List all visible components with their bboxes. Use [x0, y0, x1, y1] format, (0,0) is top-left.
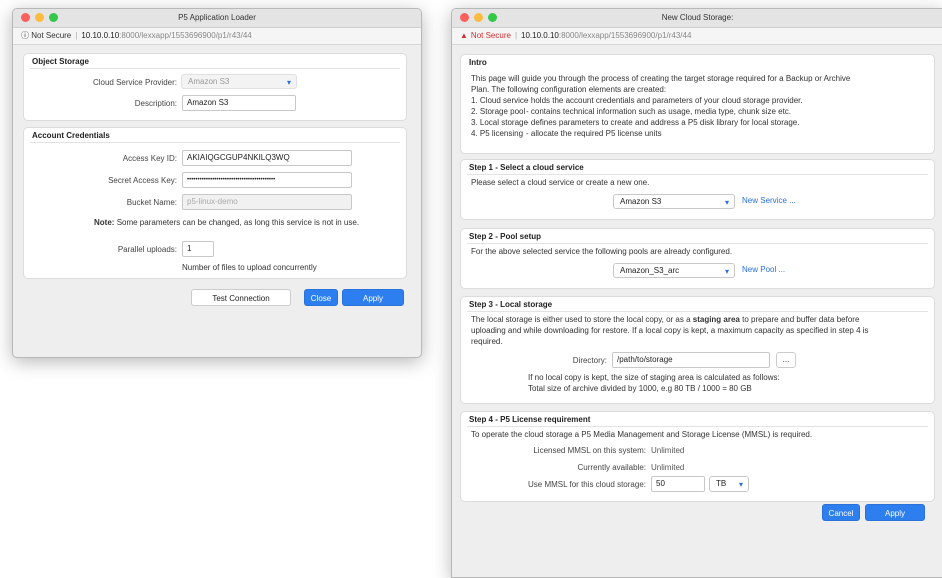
provider-select-value: Amazon S3: [188, 77, 230, 86]
cloud-service-select[interactable]: Amazon S3 ▾: [613, 194, 735, 209]
parallel-uploads-label: Parallel uploads:: [117, 245, 177, 254]
url-host: 10.10.0.10: [521, 31, 559, 40]
available-value: Unlimited: [651, 463, 685, 472]
panel-title: Step 3 - Local storage: [469, 300, 553, 309]
window-controls: [460, 13, 497, 22]
panel-title: Step 4 - P5 License requirement: [469, 415, 591, 424]
maximize-window-icon[interactable]: [49, 13, 58, 22]
maximize-window-icon[interactable]: [488, 13, 497, 22]
close-window-icon[interactable]: [460, 13, 469, 22]
chevron-down-icon: ▾: [724, 267, 729, 276]
access-key-field[interactable]: AKIAIQGCGUP4NKILQ3WQ: [182, 150, 352, 166]
step3-panel: Step 3 - Local storage The local storage…: [460, 296, 935, 404]
address-bar[interactable]: ▲ Not Secure | 10.10.0.10:8000/lexxapp/1553…: [452, 28, 942, 45]
window-controls: [21, 13, 58, 22]
use-mmsl-label: Use MMSL for this cloud storage:: [528, 480, 646, 489]
intro-panel: Intro This page will guide you through t…: [460, 54, 935, 154]
intro-item: 2. Storage pool- contains technical info…: [471, 107, 792, 116]
apply-button[interactable]: Apply: [342, 289, 404, 306]
panel-title: Step 2 - Pool setup: [469, 232, 542, 241]
security-status: Not Secure: [470, 31, 511, 40]
step2-text: For the above selected service the follo…: [471, 247, 733, 256]
window-title: New Cloud Storage:: [661, 13, 734, 22]
chevron-down-icon: ▾: [724, 198, 729, 207]
note-body: Some parameters can be changed, as long …: [116, 218, 360, 227]
secret-key-label: Secret Access Key:: [108, 176, 177, 185]
intro-item: 4. P5 licensing - allocate the required P…: [471, 129, 662, 138]
parallel-uploads-hint: Number of files to upload concurrently: [182, 263, 317, 272]
account-credentials-panel: Account Credentials Access Key ID: AKIAI…: [23, 127, 407, 279]
chevron-down-icon: ▾: [738, 480, 743, 489]
licensed-mmsl-value: Unlimited: [651, 446, 685, 455]
step3-text-3: required.: [471, 337, 503, 346]
security-status: Not Secure: [31, 31, 72, 40]
provider-select[interactable]: Amazon S3 ▾: [181, 74, 297, 89]
left-window: P5 Application Loader ⓘ Not Secure | 10.10…: [12, 8, 422, 358]
step4-text: To operate the cloud storage a P5 Media …: [471, 430, 813, 439]
panel-title: Account Credentials: [32, 131, 110, 140]
use-mmsl-field[interactable]: 50: [651, 476, 705, 492]
close-button[interactable]: Close: [304, 289, 338, 306]
url-path: :8000/lexxapp/1553696900/p1/r43/44: [558, 31, 692, 40]
intro-text-1: This page will guide you through the pro…: [471, 74, 851, 83]
chevron-down-icon: ▾: [286, 78, 291, 87]
url-host: 10.10.0.10: [81, 31, 120, 40]
url-path: :8000/lexxapp/1553696900/p1/r43/44: [119, 31, 252, 40]
pool-select-value: Amazon_S3_arc: [620, 266, 680, 275]
step3-text-2: uploading and while downloading for rest…: [471, 326, 869, 335]
right-window: New Cloud Storage: ▲ Not Secure | 10.10.0.1…: [451, 8, 942, 578]
parallel-uploads-field[interactable]: 1: [182, 241, 214, 257]
available-label: Currently available:: [577, 463, 646, 472]
panel-title: Step 1 - Select a cloud service: [469, 163, 584, 172]
new-service-link[interactable]: New Service ...: [742, 196, 796, 205]
step2-panel: Step 2 - Pool setup For the above select…: [460, 228, 935, 289]
object-storage-panel: Object Storage Cloud Service Provider: A…: [23, 53, 407, 121]
note-text: Note: Some parameters can be changed, as…: [94, 218, 359, 227]
description-label: Description:: [134, 99, 177, 108]
intro-text-2: Plan. The following configuration elemen…: [471, 85, 667, 94]
secret-key-field[interactable]: ••••••••••••••••••••••••••••••••••••••••…: [182, 172, 352, 188]
access-key-label: Access Key ID:: [122, 154, 177, 163]
directory-label: Directory:: [572, 356, 607, 365]
directory-field[interactable]: /path/to/storage: [612, 352, 770, 368]
step3-text-1: The local storage is either used to stor…: [471, 315, 860, 324]
step1-text: Please select a cloud service or create …: [471, 178, 650, 187]
step4-panel: Step 4 - P5 License requirement To opera…: [460, 411, 935, 502]
minimize-window-icon[interactable]: [35, 13, 44, 22]
intro-item: 3. Local storage- defines parameters to …: [471, 118, 800, 127]
cancel-button[interactable]: Cancel: [822, 504, 860, 521]
apply-button[interactable]: Apply: [865, 504, 925, 521]
unit-select[interactable]: TB ▾: [709, 476, 749, 492]
intro-item: 1. Cloud service- holds the account cred…: [471, 96, 803, 105]
provider-label: Cloud Service Provider:: [92, 78, 177, 87]
staging-hint-2: Total size of archive divided by 1000, e…: [528, 384, 752, 393]
description-field[interactable]: Amazon S3: [182, 95, 296, 111]
cloud-service-value: Amazon S3: [620, 197, 662, 206]
minimize-window-icon[interactable]: [474, 13, 483, 22]
warning-icon[interactable]: ▲: [460, 31, 468, 40]
right-titlebar: New Cloud Storage:: [452, 9, 942, 28]
bucket-label: Bucket Name:: [126, 198, 177, 207]
address-bar[interactable]: ⓘ Not Secure | 10.10.0.10:8000/lexxapp/155…: [13, 28, 421, 45]
licensed-mmsl-label: Licensed MMSL on this system:: [533, 446, 646, 455]
browse-button[interactable]: ...: [776, 352, 796, 368]
test-connection-button[interactable]: Test Connection: [191, 289, 291, 306]
new-pool-link[interactable]: New Pool ...: [742, 265, 785, 274]
left-titlebar: P5 Application Loader: [13, 9, 421, 28]
window-title: P5 Application Loader: [178, 13, 256, 22]
pool-select[interactable]: Amazon_S3_arc ▾: [613, 263, 735, 278]
info-icon[interactable]: ⓘ: [21, 31, 29, 40]
panel-title: Intro: [469, 58, 487, 67]
panel-title: Object Storage: [32, 57, 89, 66]
note-bold: Note:: [94, 218, 115, 227]
step1-panel: Step 1 - Select a cloud service Please s…: [460, 159, 935, 220]
staging-hint-1: If no local copy is kept, the size of st…: [528, 373, 780, 382]
unit-value: TB: [716, 479, 727, 488]
staging-area-emphasis: staging area: [692, 315, 740, 324]
bucket-field: p5-linux-demo: [182, 194, 352, 210]
close-window-icon[interactable]: [21, 13, 30, 22]
